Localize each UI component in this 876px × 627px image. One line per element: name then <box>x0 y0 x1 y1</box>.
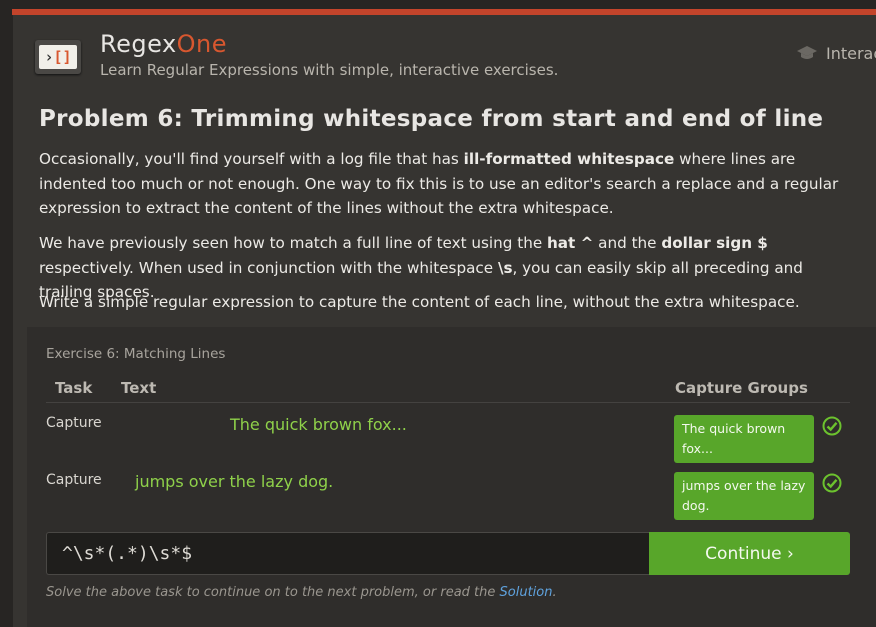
row-1-check-icon <box>822 416 842 436</box>
p2-text-a: We have previously seen how to match a f… <box>39 234 547 252</box>
exercise-title: Exercise 6: Matching Lines <box>46 346 226 362</box>
p2-text-c: and the <box>593 234 662 252</box>
problem-paragraph-3: Write a simple regular expression to cap… <box>39 293 800 311</box>
p2-whitespace-term: \s <box>497 258 513 277</box>
brand-tagline: Learn Regular Expressions with simple, i… <box>100 61 559 79</box>
p2-hat-term: hat ^ <box>547 234 594 252</box>
brand-name-regex: Regex <box>100 30 177 58</box>
header-text: Text <box>121 379 157 397</box>
row-2-check-icon <box>822 473 842 493</box>
problem-paragraph-1: Occasionally, you'll find yourself with … <box>39 147 854 221</box>
solution-link[interactable]: Solution <box>500 585 553 600</box>
hint-prefix: Solve the above task to continue on to t… <box>46 585 500 600</box>
p2-text-e: respectively. When used in conjunction w… <box>39 258 498 277</box>
header-divider <box>46 402 850 403</box>
nav-interactive-tutorial-link[interactable]: Interac <box>796 44 876 66</box>
logo-icon: ›[] <box>39 45 77 69</box>
row-1-text: The quick brown fox... <box>230 415 407 434</box>
nav-interactive-label: Interac <box>826 44 876 63</box>
problem-title: Problem 6: Trimming whitespace from star… <box>39 106 824 132</box>
p1-text-a: Occasionally, you'll find yourself with … <box>39 150 464 168</box>
row-1-capture-group: The quick brown fox... <box>674 415 814 463</box>
graduation-cap-icon <box>796 44 818 66</box>
header-capture-groups: Capture Groups <box>675 379 808 397</box>
row-2-text: jumps over the lazy dog. <box>135 472 334 491</box>
p2-dollar-term: dollar sign $ <box>661 234 768 252</box>
brand-name-one: One <box>176 30 228 58</box>
regex-input[interactable] <box>47 533 650 574</box>
regexone-logo[interactable]: ›[] <box>35 40 81 74</box>
continue-button[interactable]: Continue › <box>649 532 850 575</box>
row-1-task: Capture <box>46 415 102 431</box>
row-2-task: Capture <box>46 472 102 488</box>
header-task: Task <box>55 379 93 397</box>
exercise-hint: Solve the above task to continue on to t… <box>46 585 557 600</box>
exercise-panel: Exercise 6: Matching Lines Task Text Cap… <box>27 327 876 627</box>
hint-suffix: . <box>552 585 557 600</box>
p1-bold-term: ill-formatted whitespace <box>463 150 675 168</box>
row-2-capture-group: jumps over the lazy dog. <box>674 472 814 520</box>
brand-name[interactable]: RegexOne <box>100 30 227 58</box>
regex-input-wrapper <box>46 532 650 575</box>
